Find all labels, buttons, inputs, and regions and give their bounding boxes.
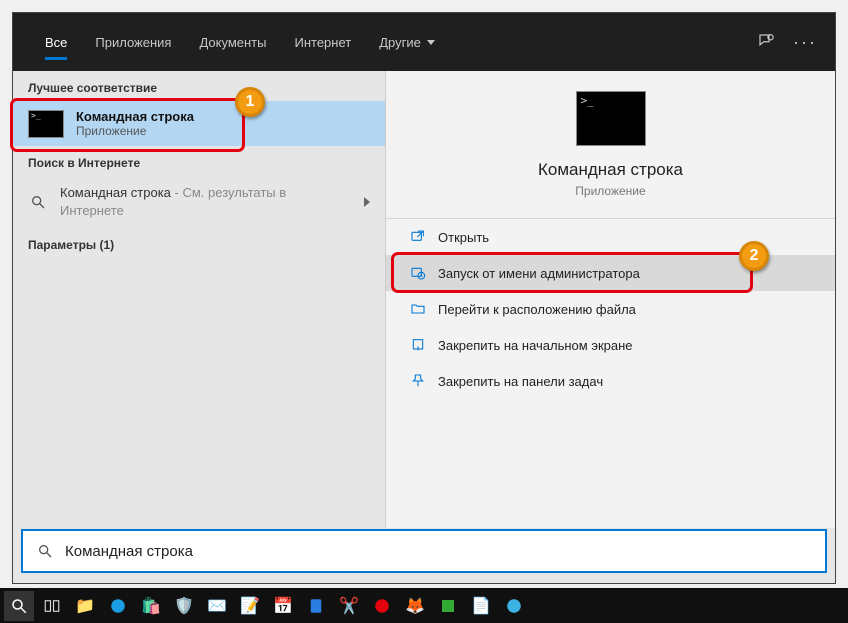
tab-more[interactable]: Другие	[365, 25, 449, 60]
action-pin-start-label: Закрепить на начальном экране	[438, 338, 633, 353]
taskbar-app-icon[interactable]	[433, 591, 463, 621]
tab-all[interactable]: Все	[31, 25, 81, 60]
action-run-as-admin[interactable]: Запуск от имени администратора 2	[386, 255, 835, 291]
web-result-item[interactable]: Командная строка - См. результаты в Инте…	[13, 176, 385, 228]
action-location-label: Перейти к расположению файла	[438, 302, 636, 317]
taskbar-snip-icon[interactable]: ✂️	[334, 591, 364, 621]
action-pin-taskbar[interactable]: Закрепить на панели задач	[386, 363, 835, 399]
best-match-subtitle: Приложение	[76, 124, 194, 138]
actions-list: Открыть Запуск от имени администратора 2…	[386, 219, 835, 399]
tab-web[interactable]: Интернет	[280, 25, 365, 60]
search-input[interactable]	[65, 543, 813, 560]
pin-taskbar-icon	[410, 373, 426, 389]
action-open-location[interactable]: Перейти к расположению файла	[386, 291, 835, 327]
search-icon	[28, 192, 48, 212]
taskbar-opera-icon[interactable]	[367, 591, 397, 621]
taskbar-explorer-icon[interactable]: 📁	[70, 591, 100, 621]
action-open-label: Открыть	[438, 230, 489, 245]
taskbar: 📁 🛍️ 🛡️ ✉️ 📝 📅 ✂️ 🦊 📄	[0, 588, 848, 623]
tab-apps[interactable]: Приложения	[81, 25, 185, 60]
taskbar-doc-icon[interactable]: 📄	[466, 591, 496, 621]
preview-title: Командная строка	[538, 160, 683, 180]
taskbar-qb-icon[interactable]	[499, 591, 529, 621]
web-result-text: Командная строка - См. результаты в Инте…	[60, 184, 352, 220]
chevron-down-icon	[427, 40, 435, 45]
folder-icon	[410, 301, 426, 317]
admin-icon	[410, 265, 426, 281]
search-bar[interactable]	[21, 529, 827, 573]
best-match-title: Командная строка	[76, 109, 194, 124]
web-search-header: Поиск в Интернете	[13, 146, 385, 176]
results-pane: Лучшее соответствие Командная строка При…	[13, 71, 385, 528]
cmd-icon	[28, 110, 64, 138]
search-body: Лучшее соответствие Командная строка При…	[13, 71, 835, 528]
more-options-button[interactable]: ···	[793, 32, 817, 53]
feedback-icon[interactable]	[757, 32, 775, 53]
taskbar-security-icon[interactable]: 🛡️	[169, 591, 199, 621]
cmd-large-icon	[576, 91, 646, 146]
best-match-item[interactable]: Командная строка Приложение 1	[13, 101, 385, 146]
action-pin-taskbar-label: Закрепить на панели задач	[438, 374, 603, 389]
annotation-badge-2: 2	[739, 241, 769, 271]
taskbar-notepad-icon[interactable]: 📝	[235, 591, 265, 621]
tab-documents[interactable]: Документы	[185, 25, 280, 60]
open-icon	[410, 229, 426, 245]
preview-subtitle: Приложение	[575, 184, 645, 198]
action-admin-label: Запуск от имени администратора	[438, 266, 640, 281]
parameters-header: Параметры (1)	[13, 228, 385, 258]
action-pin-start[interactable]: Закрепить на начальном экране	[386, 327, 835, 363]
header-tabs: Все Приложения Документы Интернет Другие…	[13, 13, 835, 71]
taskbar-mail-icon[interactable]: ✉️	[202, 591, 232, 621]
preview-pane: Командная строка Приложение Открыть Запу…	[385, 71, 835, 528]
pin-start-icon	[410, 337, 426, 353]
taskbar-store-icon[interactable]: 🛍️	[136, 591, 166, 621]
taskbar-task-view[interactable]	[37, 591, 67, 621]
annotation-badge-1: 1	[235, 87, 265, 117]
search-icon	[35, 541, 55, 561]
chevron-right-icon	[364, 197, 370, 207]
best-match-header: Лучшее соответствие	[13, 71, 385, 101]
taskbar-calendar-icon[interactable]: 📅	[268, 591, 298, 621]
windows-search-panel: Все Приложения Документы Интернет Другие…	[12, 12, 836, 584]
taskbar-calculator-icon[interactable]	[301, 591, 331, 621]
taskbar-search-button[interactable]	[4, 591, 34, 621]
taskbar-firefox-icon[interactable]: 🦊	[400, 591, 430, 621]
taskbar-edge-icon[interactable]	[103, 591, 133, 621]
